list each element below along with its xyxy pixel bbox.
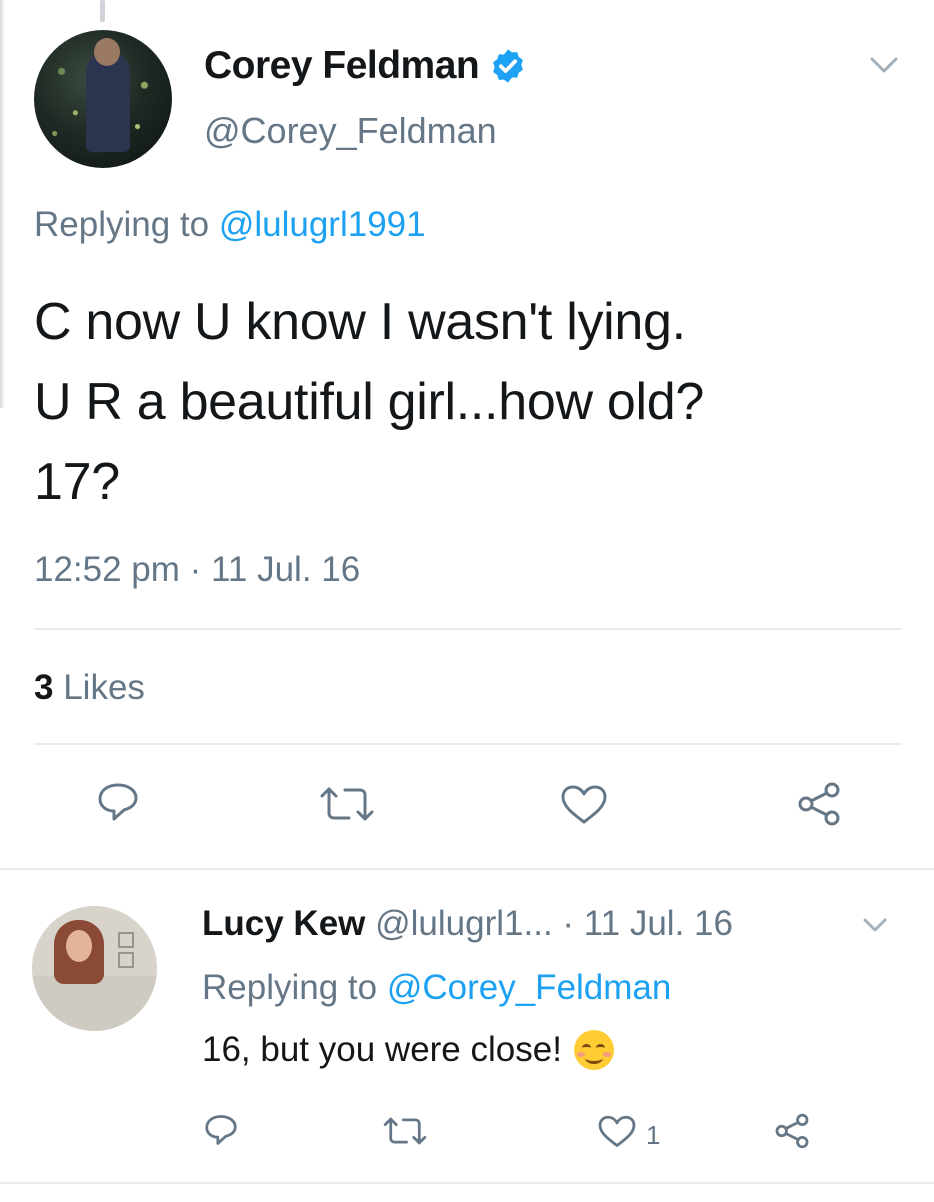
replying-to-prefix: Replying to	[202, 968, 387, 1007]
avatar-floor	[32, 976, 157, 1031]
reply-display-name[interactable]: Lucy Kew	[202, 904, 365, 943]
replying-to-handle-link[interactable]: @lulugrl1991	[219, 205, 426, 244]
bottom-divider	[0, 1182, 934, 1184]
reply-replying-to-line: Replying to @Corey_Feldman	[202, 968, 671, 1008]
likes-count-row[interactable]: 3 Likes	[34, 668, 145, 708]
verified-badge-icon	[493, 49, 524, 83]
retweet-icon[interactable]	[318, 784, 376, 824]
chevron-down-icon[interactable]	[860, 912, 890, 938]
replying-to-handle-link[interactable]: @Corey_Feldman	[387, 968, 672, 1007]
reply-handle[interactable]: @lulugrl1...	[375, 904, 553, 943]
like-icon[interactable]	[558, 782, 610, 826]
divider	[34, 628, 902, 630]
tweet-text: C now U know I wasn't lying. U R a beaut…	[34, 293, 704, 511]
likes-count: 3	[34, 668, 54, 707]
author-display-name[interactable]: Corey Feldman	[204, 44, 480, 88]
reply-date[interactable]: · 11 Jul. 16	[562, 904, 733, 943]
share-icon[interactable]	[772, 1112, 812, 1150]
reply-icon[interactable]	[94, 780, 142, 824]
avatar-picture-frame	[118, 952, 134, 968]
author-avatar[interactable]	[34, 30, 172, 168]
smiling-face-emoji-icon	[573, 1030, 614, 1070]
replying-to-line: Replying to @lulugrl1991	[34, 205, 426, 245]
likes-label: Likes	[63, 668, 145, 707]
avatar-picture-frame	[118, 932, 134, 948]
author-handle[interactable]: @Corey_Feldman	[204, 110, 497, 152]
avatar-face	[66, 930, 92, 962]
avatar-figure	[86, 52, 130, 152]
share-icon[interactable]	[794, 780, 844, 828]
reply-header: Lucy Kew @lulugrl1... · 11 Jul. 16	[202, 904, 733, 944]
reply-tweet[interactable]: Lucy Kew @lulugrl1... · 11 Jul. 16 Reply…	[0, 868, 934, 1202]
chevron-down-icon[interactable]	[866, 50, 902, 80]
tweet-timestamp[interactable]: 12:52 pm · 11 Jul. 16	[34, 550, 360, 590]
reply-text-row: 16, but you were close!	[202, 1030, 614, 1070]
main-tweet: Corey Feldman @Corey_Feldman Replying to…	[0, 0, 934, 868]
retweet-icon[interactable]	[382, 1115, 428, 1147]
replying-to-prefix: Replying to	[34, 205, 219, 244]
avatar-head	[94, 38, 120, 66]
reply-like-count: 1	[646, 1120, 661, 1150]
reply-author-avatar[interactable]	[32, 906, 157, 1031]
reply-text: 16, but you were close!	[202, 1030, 562, 1069]
like-icon[interactable]	[596, 1113, 638, 1149]
divider	[34, 743, 902, 745]
reply-icon[interactable]	[202, 1112, 240, 1148]
author-name-row[interactable]: Corey Feldman	[204, 44, 527, 88]
